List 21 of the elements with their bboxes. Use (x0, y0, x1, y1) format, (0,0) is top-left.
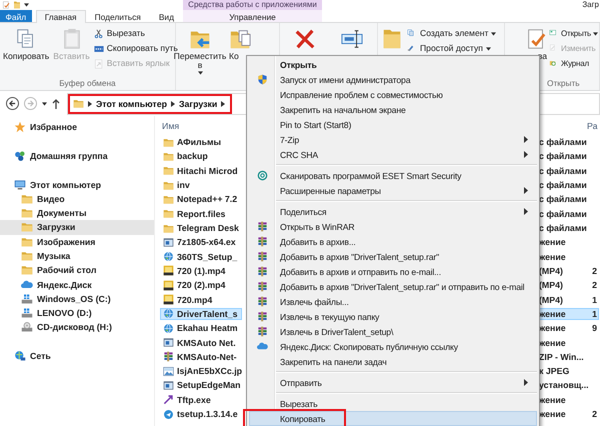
file-size: 9 (591, 323, 598, 334)
file-type: жение (539, 338, 567, 348)
group-label: Буфер обмена (58, 78, 117, 90)
file-type: (MP4) (539, 280, 564, 290)
file-type: жение (539, 394, 567, 405)
file-type: жение (539, 323, 567, 334)
file-type: (MP4) (539, 266, 564, 276)
file-type: жение (539, 252, 567, 262)
file-size: 2 (591, 409, 598, 420)
group-label: Открыть (546, 78, 581, 90)
file-size: 2 (591, 266, 598, 276)
file-size: 1 (591, 308, 598, 319)
file-type: жение (539, 409, 567, 420)
context-tab-header: Средства работы с приложениями (183, 0, 322, 10)
file-type: ZIP - Win... (539, 352, 585, 362)
file-type: жение (539, 237, 567, 248)
file-type: (MP4) (539, 294, 564, 305)
file-size: 2 (591, 280, 598, 290)
file-size: 1 (591, 294, 598, 305)
window-title: Загр (582, 0, 600, 10)
file-type: жение (539, 308, 567, 319)
